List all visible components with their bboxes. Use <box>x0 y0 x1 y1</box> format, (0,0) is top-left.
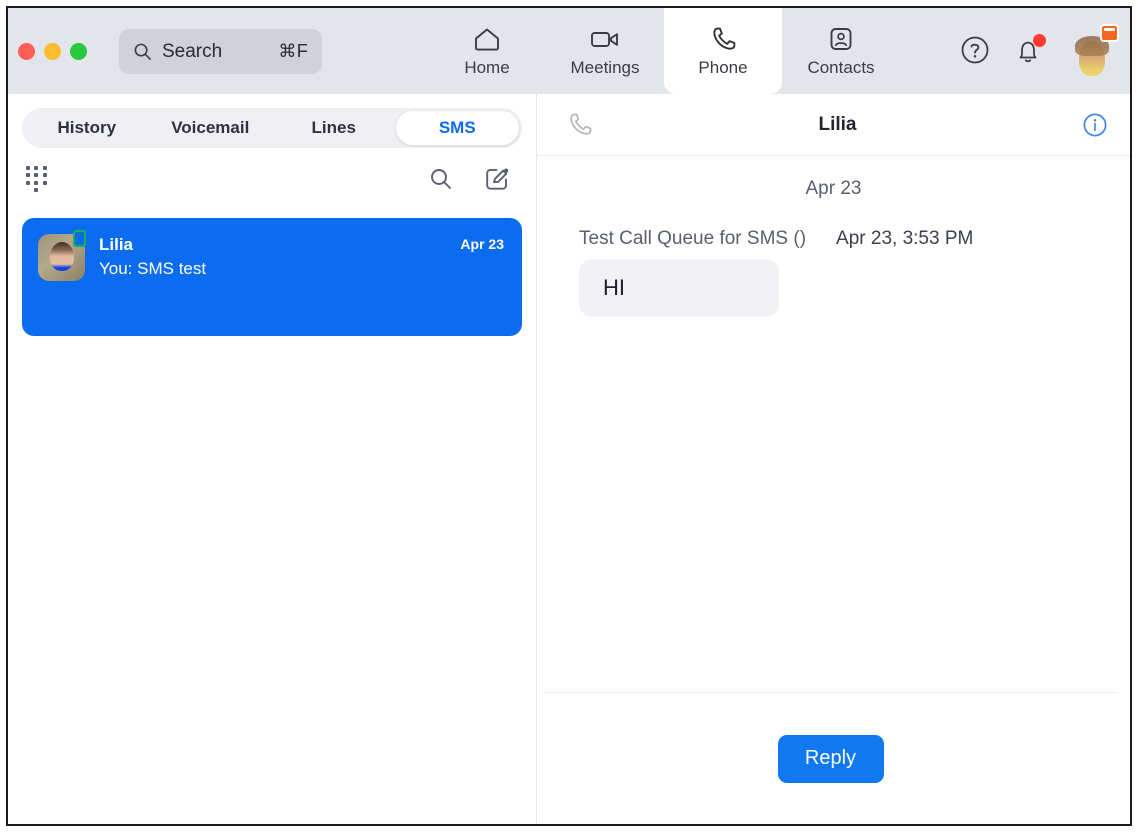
message-timestamp: Apr 23, 3:53 PM <box>836 228 973 250</box>
dialpad-dot <box>26 173 30 177</box>
composer-bar: Reply <box>545 692 1116 824</box>
tab-contacts-label: Contacts <box>807 58 874 78</box>
app-window: Search ⌘F Home Meetings Phone <box>6 6 1132 826</box>
conversation-preview: You: SMS test <box>99 256 460 282</box>
message-sender: Test Call Queue for SMS () <box>579 228 806 250</box>
conversation-title: Lilia <box>597 114 1078 136</box>
dialpad-dot <box>43 166 47 170</box>
avatar[interactable] <box>1068 28 1116 76</box>
sidebar-tab-history[interactable]: History <box>25 111 149 145</box>
sidebar-tab-lines[interactable]: Lines <box>272 111 396 145</box>
dialpad-dot <box>26 166 30 170</box>
day-divider: Apr 23 <box>555 178 1112 200</box>
conversation-date: Apr 23 <box>460 234 504 336</box>
video-camera-icon <box>590 24 620 54</box>
minimize-window-button[interactable] <box>44 43 61 60</box>
sidebar-tab-voicemail-label: Voicemail <box>171 118 249 138</box>
message-meta: Test Call Queue for SMS () Apr 23, 3:53 … <box>555 228 1112 250</box>
compose-pencil-icon[interactable] <box>480 162 514 196</box>
sidebar-tabs: History Voicemail Lines SMS <box>22 108 522 148</box>
search-shortcut: ⌘F <box>278 41 308 62</box>
search-placeholder: Search <box>162 41 278 63</box>
conversation-header: Lilia <box>537 94 1130 156</box>
dialpad-dot <box>26 181 30 185</box>
notifications-button[interactable] <box>1014 36 1044 68</box>
search-icon <box>133 42 152 61</box>
header-actions <box>960 28 1116 76</box>
main-nav-tabs: Home Meetings Phone Contacts <box>428 8 900 94</box>
tab-contacts[interactable]: Contacts <box>782 8 900 94</box>
tab-home[interactable]: Home <box>428 8 546 94</box>
window-controls <box>18 43 87 60</box>
sidebar-tab-sms-label: SMS <box>439 118 476 138</box>
sidebar-tab-history-label: History <box>57 118 116 138</box>
message-bubble: HI <box>579 259 779 317</box>
tab-home-label: Home <box>464 58 509 78</box>
dialpad-dot <box>43 181 47 185</box>
call-button[interactable] <box>563 108 597 142</box>
tab-meetings-label: Meetings <box>571 58 640 78</box>
mobile-presence-icon <box>73 230 86 247</box>
contact-card-icon <box>829 24 853 54</box>
conversation-item-lilia[interactable]: Lilia You: SMS test Apr 23 <box>22 218 522 336</box>
sidebar-search-icon[interactable] <box>424 162 458 196</box>
dialpad-dot <box>34 181 38 185</box>
calendar-icon <box>1100 24 1119 42</box>
phone-handset-icon <box>710 24 737 54</box>
sidebar-tab-lines-label: Lines <box>312 118 356 138</box>
dialpad-dot <box>34 188 38 192</box>
info-button[interactable] <box>1078 108 1112 142</box>
sidebar-toolbar <box>8 148 536 210</box>
help-icon[interactable] <box>960 35 990 70</box>
sidebar-tab-voicemail[interactable]: Voicemail <box>149 111 273 145</box>
conversation-name: Lilia <box>99 234 460 256</box>
close-window-button[interactable] <box>18 43 35 60</box>
dialpad-dot <box>34 173 38 177</box>
message-list: Apr 23 Test Call Queue for SMS () Apr 23… <box>537 156 1130 692</box>
home-icon <box>473 24 501 54</box>
tab-phone-label: Phone <box>698 58 747 78</box>
app-body: History Voicemail Lines SMS <box>8 94 1130 824</box>
notification-badge <box>1033 34 1046 47</box>
sidebar: History Voicemail Lines SMS <box>8 94 537 824</box>
conversation-pane: Lilia Apr 23 Test Call Queue for SMS () … <box>537 94 1130 824</box>
zoom-window-button[interactable] <box>70 43 87 60</box>
dialpad-dot <box>34 166 38 170</box>
reply-button[interactable]: Reply <box>778 735 884 783</box>
message-item: Test Call Queue for SMS () Apr 23, 3:53 … <box>555 228 1112 317</box>
title-bar: Search ⌘F Home Meetings Phone <box>8 8 1130 94</box>
dialpad-dot <box>43 173 47 177</box>
dialpad-icon[interactable] <box>26 166 48 192</box>
tab-phone[interactable]: Phone <box>664 8 782 94</box>
conversation-text: Lilia You: SMS test <box>99 234 460 336</box>
search-input[interactable]: Search ⌘F <box>119 29 322 74</box>
tab-meetings[interactable]: Meetings <box>546 8 664 94</box>
sidebar-tab-sms[interactable]: SMS <box>396 111 520 145</box>
conversation-list: Lilia You: SMS test Apr 23 <box>8 210 536 824</box>
